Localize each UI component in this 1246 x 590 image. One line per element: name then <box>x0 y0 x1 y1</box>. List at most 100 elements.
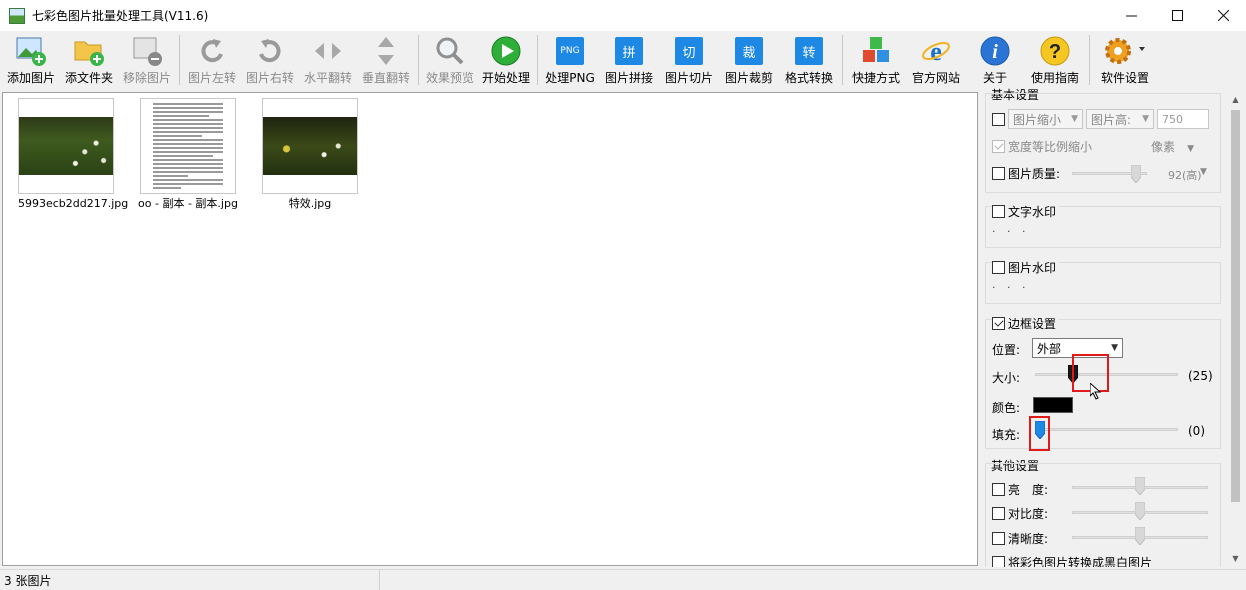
crop-icon: 裁 <box>733 35 765 67</box>
image-thumbnail <box>140 98 236 194</box>
minimize-icon <box>1125 15 1137 17</box>
official-website-button[interactable]: e 官方网站 <box>906 31 966 89</box>
image-slice-button[interactable]: 切 图片切片 <box>659 31 719 89</box>
slice-icon: 切 <box>673 35 705 67</box>
contrast-slider-handle[interactable] <box>1135 502 1145 520</box>
flip-vertical-icon <box>370 35 402 67</box>
gear-icon <box>1103 35 1147 67</box>
border-settings-row: 边框设置 <box>992 315 1060 332</box>
border-checkbox[interactable] <box>992 317 1005 330</box>
border-fill-slider-track[interactable] <box>1035 428 1178 431</box>
software-settings-button[interactable]: 软件设置 <box>1093 31 1157 89</box>
height-input[interactable]: 750 <box>1157 109 1209 129</box>
image-item[interactable]: 特效.jpg <box>262 98 358 210</box>
format-convert-button[interactable]: 转 格式转换 <box>779 31 839 89</box>
border-color-label: 颜色: <box>992 401 1021 415</box>
text-watermark-row: 文字水印 <box>992 203 1060 220</box>
remove-image-button[interactable]: 移除图片 <box>118 31 176 89</box>
toolbar-separator <box>179 35 180 85</box>
border-fill-label: 填充: <box>992 428 1021 442</box>
image-list[interactable]: 5993ecb2dd217.jpg oo - 副本 - 副本.jpg 特效.jp… <box>2 92 978 566</box>
app-icon <box>9 7 25 24</box>
unit-dropdown[interactable]: 像素 ▼ <box>1151 138 1194 155</box>
image-watermark-row: 图片水印 <box>992 259 1060 276</box>
shortcut-button[interactable]: 快捷方式 <box>846 31 906 89</box>
image-count-status: 3 张图片 <box>0 569 380 590</box>
brightness-checkbox[interactable] <box>992 483 1005 496</box>
flip-vertical-button[interactable]: 垂直翻转 <box>357 31 415 89</box>
minimize-button[interactable] <box>1108 0 1154 31</box>
title-bar: 七彩色图片批量处理工具(V11.6) <box>0 0 1246 31</box>
shrink-row: 图片缩小 ▼ 图片高: ▼ 750 <box>992 109 1209 129</box>
png-icon: PNG <box>554 35 586 67</box>
chevron-down-icon: ▼ <box>1200 167 1207 177</box>
flip-horizontal-button[interactable]: 水平翻转 <box>299 31 357 89</box>
scroll-down-arrow-icon[interactable]: ▼ <box>1227 550 1244 567</box>
toolbar: 添加图片 添文件夹 移除图片 图片左转 图片右转 水平翻转 垂直翻转 效果预览 … <box>0 31 1246 89</box>
text-watermark-checkbox[interactable] <box>992 205 1005 218</box>
image-crop-button[interactable]: 裁 图片裁剪 <box>719 31 779 89</box>
chevron-down-icon: ▼ <box>1071 114 1078 124</box>
brightness-slider-handle[interactable] <box>1135 477 1145 495</box>
brightness-row: 亮 度: <box>992 481 1048 498</box>
settings-scrollbar[interactable]: ▲ ▼ <box>1227 91 1244 567</box>
process-png-button[interactable]: PNG 处理PNG <box>541 31 599 89</box>
convert-icon: 转 <box>793 35 825 67</box>
add-image-button[interactable]: 添加图片 <box>2 31 60 89</box>
shrink-mode-dropdown[interactable]: 图片缩小 ▼ <box>1008 109 1083 129</box>
scroll-up-arrow-icon[interactable]: ▲ <box>1227 91 1244 108</box>
sharpness-slider-handle[interactable] <box>1135 527 1145 545</box>
text-watermark-more[interactable]: · · · <box>992 225 1029 238</box>
chevron-down-icon: ▼ <box>1111 343 1118 353</box>
grayscale-checkbox[interactable] <box>992 556 1005 567</box>
contrast-row: 对比度: <box>992 505 1048 522</box>
border-size-value: (25) <box>1188 369 1213 383</box>
border-color-swatch[interactable] <box>1033 397 1073 413</box>
sharpness-row: 清晰度: <box>992 530 1048 547</box>
ie-icon: e <box>920 35 952 67</box>
window-title: 七彩色图片批量处理工具(V11.6) <box>32 9 209 23</box>
add-folder-button[interactable]: 添文件夹 <box>60 31 118 89</box>
stitch-icon: 拼 <box>613 35 645 67</box>
close-icon <box>1217 10 1229 21</box>
grayscale-row: 将彩色图片转换成黑白图片 <box>992 554 1152 567</box>
image-stitch-button[interactable]: 拼 图片拼接 <box>599 31 659 89</box>
scrollbar-thumb[interactable] <box>1231 110 1240 502</box>
magnifier-icon <box>434 35 466 67</box>
mouse-cursor-icon <box>1090 383 1102 400</box>
close-button[interactable] <box>1200 0 1246 31</box>
image-item[interactable]: oo - 副本 - 副本.jpg <box>138 98 238 210</box>
height-dropdown[interactable]: 图片高: ▼ <box>1086 109 1154 129</box>
svg-text:e: e <box>930 37 942 66</box>
maximize-button[interactable] <box>1154 0 1200 31</box>
quality-checkbox[interactable] <box>992 167 1005 180</box>
image-item[interactable]: 5993ecb2dd217.jpg <box>18 98 128 210</box>
image-watermark-checkbox[interactable] <box>992 261 1005 274</box>
border-fill-highlight <box>1029 416 1050 451</box>
image-watermark-more[interactable]: · · · <box>992 281 1029 294</box>
sharpness-checkbox[interactable] <box>992 532 1005 545</box>
border-fill-value: (0) <box>1188 424 1205 438</box>
toolbar-separator <box>1089 35 1090 85</box>
image-filename: 特效.jpg <box>288 197 332 210</box>
about-button[interactable]: i 关于 <box>966 31 1024 89</box>
rotate-right-button[interactable]: 图片右转 <box>241 31 299 89</box>
proportional-checkbox[interactable] <box>992 140 1005 153</box>
user-guide-button[interactable]: ? 使用指南 <box>1024 31 1086 89</box>
image-thumbnail <box>262 98 358 194</box>
contrast-checkbox[interactable] <box>992 507 1005 520</box>
rotate-left-icon <box>196 35 228 67</box>
folder-add-icon <box>73 35 105 67</box>
toolbar-separator <box>418 35 419 85</box>
preview-button[interactable]: 效果预览 <box>422 31 478 89</box>
play-icon <box>490 35 522 67</box>
cubes-icon <box>860 35 892 67</box>
svg-text:i: i <box>992 41 998 63</box>
status-bar: 3 张图片 <box>0 569 1246 590</box>
window-controls <box>1108 0 1246 31</box>
shrink-checkbox[interactable] <box>992 112 1005 126</box>
quality-value: 92(高) <box>1168 169 1202 182</box>
start-processing-button[interactable]: 开始处理 <box>478 31 534 89</box>
quality-slider-handle[interactable] <box>1131 165 1141 183</box>
rotate-left-button[interactable]: 图片左转 <box>183 31 241 89</box>
